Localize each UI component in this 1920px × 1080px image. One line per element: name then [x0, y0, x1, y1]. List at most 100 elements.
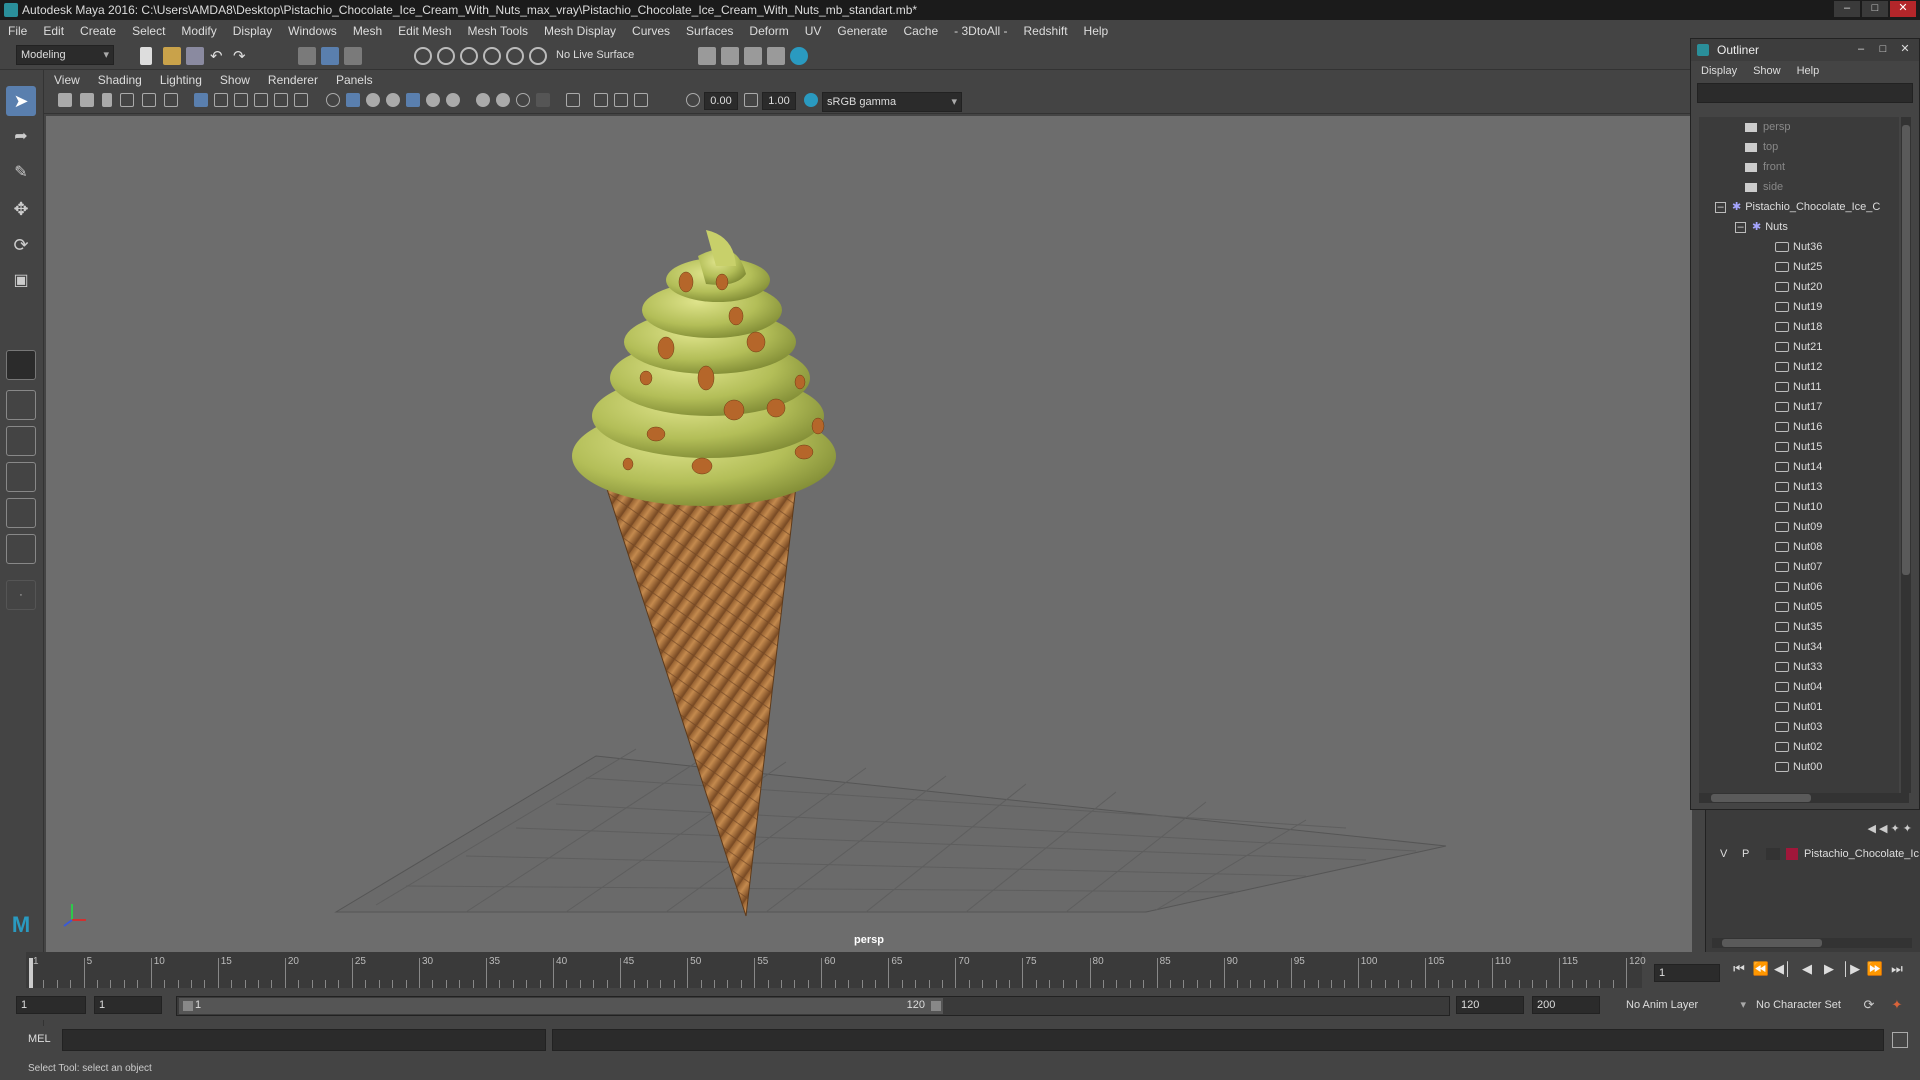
outliner-item-nut06[interactable]: Nut06 [1699, 577, 1899, 597]
outliner-item-nut18[interactable]: Nut18 [1699, 317, 1899, 337]
motion-blur-icon[interactable] [496, 93, 510, 107]
go-to-end-icon[interactable]: ⏭ [1888, 960, 1906, 978]
maximize-button[interactable]: □ [1862, 1, 1888, 17]
hypershade-layout-icon[interactable] [6, 534, 36, 564]
outliner-menu-show[interactable]: Show [1753, 65, 1781, 77]
film-gate-icon[interactable] [214, 93, 228, 107]
bounding-box-icon[interactable] [386, 93, 400, 107]
collapse-icon[interactable]: – [1715, 201, 1726, 213]
outliner-item-nut09[interactable]: Nut09 [1699, 517, 1899, 537]
current-time-marker[interactable] [29, 958, 33, 988]
panel-menu-panels[interactable]: Panels [336, 73, 373, 87]
outliner-maximize-button[interactable]: □ [1873, 42, 1893, 58]
playback-start-field[interactable]: 1 [94, 996, 162, 1014]
xray-components-icon[interactable] [634, 93, 648, 107]
gamma-icon[interactable] [744, 93, 758, 107]
outliner-minimize-button[interactable]: – [1851, 42, 1871, 58]
outliner-item-nut33[interactable]: Nut33 [1699, 657, 1899, 677]
outliner-item-nut01[interactable]: Nut01 [1699, 697, 1899, 717]
last-tool-icon[interactable] [6, 350, 36, 380]
collapse-icon[interactable]: – [1735, 221, 1746, 233]
menu-edit-mesh[interactable]: Edit Mesh [398, 24, 451, 38]
outliner-horizontal-scrollbar[interactable] [1699, 793, 1909, 803]
open-scene-icon[interactable] [163, 47, 181, 65]
play-backwards-icon[interactable]: ◀ [1798, 960, 1816, 978]
range-start-handle[interactable] [183, 1001, 193, 1011]
layer-name[interactable]: Pistachio_Chocolate_Ic [1804, 844, 1919, 864]
use-lights-icon[interactable] [426, 93, 440, 107]
layer-type-box[interactable] [1766, 848, 1780, 860]
menu-mesh[interactable]: Mesh [353, 24, 382, 38]
start-time-field[interactable]: 1 [16, 996, 86, 1014]
persp-graph-layout-icon[interactable] [6, 498, 36, 528]
snap-surface-icon[interactable] [506, 47, 524, 65]
shadows-icon[interactable] [446, 93, 460, 107]
menu-redshift[interactable]: Redshift [1024, 24, 1068, 38]
outliner-item-nut16[interactable]: Nut16 [1699, 417, 1899, 437]
gamma-field[interactable]: 1.00 [762, 92, 796, 110]
menu-help[interactable]: Help [1084, 24, 1109, 38]
outliner-item-nut03[interactable]: Nut03 [1699, 717, 1899, 737]
rotate-tool-icon[interactable]: ⟳ [6, 230, 36, 260]
camera-attributes-icon[interactable] [80, 93, 94, 107]
menu-file[interactable]: File [8, 24, 27, 38]
panel-menu-view[interactable]: View [54, 73, 80, 87]
grease-pencil-icon[interactable] [164, 93, 178, 107]
flat-shade-icon[interactable] [366, 93, 380, 107]
field-chart-icon[interactable] [274, 93, 288, 107]
menu-windows[interactable]: Windows [288, 24, 337, 38]
anim-prefs-icon[interactable]: ✦ [1888, 996, 1906, 1014]
select-object-icon[interactable] [321, 47, 339, 65]
2d-pan-zoom-icon[interactable] [142, 93, 156, 107]
persp-outliner-layout-icon[interactable] [6, 462, 36, 492]
xray-icon[interactable] [594, 93, 608, 107]
render-frame-icon[interactable] [721, 47, 739, 65]
step-forward-frame-icon[interactable]: │▶ [1842, 960, 1860, 978]
wireframe-icon[interactable] [326, 93, 340, 107]
scale-tool-icon[interactable]: ▣ [6, 266, 36, 296]
layer-scrollbar[interactable] [1712, 938, 1912, 948]
snap-vertex-icon[interactable] [529, 47, 547, 65]
exposure-field[interactable]: 0.00 [704, 92, 738, 110]
outliner-item-nut11[interactable]: Nut11 [1699, 377, 1899, 397]
menu-surfaces[interactable]: Surfaces [686, 24, 733, 38]
outliner-item-nut10[interactable]: Nut10 [1699, 497, 1899, 517]
layer-tools-icons[interactable]: ◀ ◀ ✦ ✦ [1867, 822, 1912, 835]
outliner-item-nut15[interactable]: Nut15 [1699, 437, 1899, 457]
outliner-menu-display[interactable]: Display [1701, 65, 1737, 77]
outliner-item-nut36[interactable]: Nut36 [1699, 237, 1899, 257]
menu-deform[interactable]: Deform [749, 24, 788, 38]
go-to-start-icon[interactable]: ⏮ [1730, 960, 1748, 978]
snap-curve-icon[interactable] [437, 47, 455, 65]
color-space-dropdown[interactable]: sRGB gamma ▾ [822, 92, 962, 112]
outliner-vertical-scrollbar[interactable] [1901, 117, 1911, 793]
redo-icon[interactable]: ↷ [233, 47, 251, 65]
outliner-item-nut20[interactable]: Nut20 [1699, 277, 1899, 297]
outliner-item-nut05[interactable]: Nut05 [1699, 597, 1899, 617]
outliner-camera-side[interactable]: side [1699, 177, 1899, 197]
select-tool-icon[interactable]: ➤ [6, 86, 36, 116]
move-tool-icon[interactable]: ✥ [6, 194, 36, 224]
range-end-handle[interactable] [931, 1001, 941, 1011]
script-editor-icon[interactable] [1892, 1032, 1908, 1048]
end-time-field[interactable]: 200 [1532, 996, 1600, 1014]
new-scene-icon[interactable] [140, 47, 152, 65]
save-scene-icon[interactable] [186, 47, 204, 65]
play-forwards-icon[interactable]: ▶ [1820, 960, 1838, 978]
menu-generate[interactable]: Generate [837, 24, 887, 38]
menu-uv[interactable]: UV [805, 24, 822, 38]
outliner-camera-persp[interactable]: persp [1699, 117, 1899, 137]
screen-space-ao-icon[interactable] [476, 93, 490, 107]
outliner-item-nut19[interactable]: Nut19 [1699, 297, 1899, 317]
outliner-item-nut21[interactable]: Nut21 [1699, 337, 1899, 357]
depth-of-field-icon[interactable] [536, 93, 550, 107]
menu-mesh-tools[interactable]: Mesh Tools [468, 24, 528, 38]
menu-create[interactable]: Create [80, 24, 116, 38]
step-back-key-icon[interactable]: ⏪ [1752, 960, 1770, 978]
grid-toggle-icon[interactable] [194, 93, 208, 107]
outliner-item-nut02[interactable]: Nut02 [1699, 737, 1899, 757]
character-set-dropdown[interactable]: No Character Set [1752, 996, 1870, 1016]
menu-curves[interactable]: Curves [632, 24, 670, 38]
color-management-icon[interactable] [804, 93, 818, 107]
two-view-layout-icon[interactable] [6, 426, 36, 456]
